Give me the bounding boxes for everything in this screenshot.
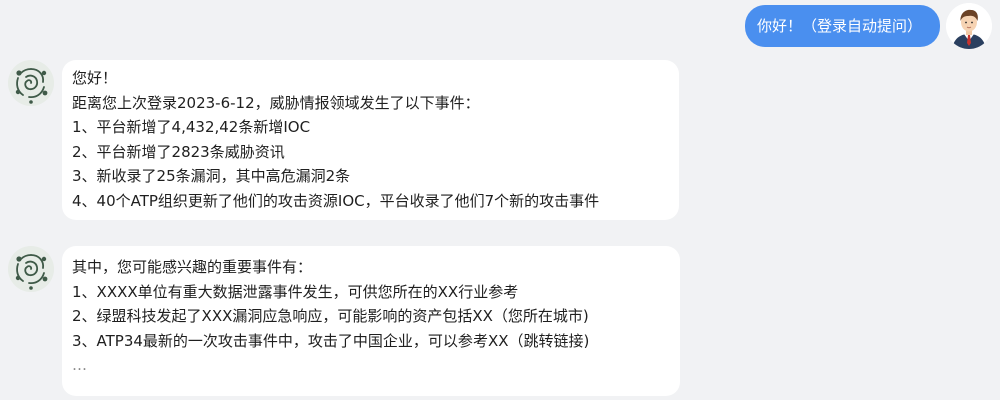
- bot-logo-avatar-icon: [8, 60, 54, 106]
- user-avatar[interactable]: [946, 3, 992, 49]
- message-line: 您好！: [72, 69, 118, 87]
- message-line: 1、平台新增了4,432,42条新增IOC: [72, 118, 311, 137]
- bot-logo-avatar-icon: [8, 246, 54, 292]
- message-line: 2、平台新增了2823条威胁资讯: [72, 142, 285, 161]
- businessman-avatar-icon: [946, 3, 992, 49]
- message-line: 2、绿盟科技发起了XXX漏洞应急响应，可能影响的资产包括XX（您所在城市): [72, 307, 589, 326]
- bot-message-row: 您好！ 距离您上次登录2023-6-12，威胁情报领域发生了以下事件： 1、平台…: [8, 60, 679, 220]
- chat-window: 你好！（登录自动提问） 您好！ 距离您上次登录2023-6-12，威胁情报领域发…: [0, 0, 1000, 400]
- bot-message-bubble: 其中，您可能感兴趣的重要事件有： 1、XXXX单位有重大数据泄露事件发生，可供您…: [62, 246, 680, 396]
- bot-avatar[interactable]: [8, 246, 54, 292]
- message-line: 3、ATP34最新的一次攻击事件中，攻击了中国企业，可以参考XX（跳转链接): [72, 331, 590, 350]
- message-ellipsis: …: [72, 356, 87, 375]
- user-message-row: 你好！（登录自动提问）: [744, 3, 992, 49]
- user-message-bubble: 你好！（登录自动提问）: [744, 5, 940, 47]
- message-line: 其中，您可能感兴趣的重要事件有：: [72, 258, 313, 276]
- message-line: 距离您上次登录2023-6-12，威胁情报领域发生了以下事件：: [72, 93, 480, 112]
- bot-message-bubble: 您好！ 距离您上次登录2023-6-12，威胁情报领域发生了以下事件： 1、平台…: [62, 60, 679, 220]
- message-line: 3、新收录了25条漏洞，其中高危漏洞2条: [72, 167, 351, 186]
- bot-message-row: 其中，您可能感兴趣的重要事件有： 1、XXXX单位有重大数据泄露事件发生，可供您…: [8, 246, 680, 396]
- bot-avatar[interactable]: [8, 60, 54, 106]
- message-line: 4、40个ATP组织更新了他们的攻击资源IOC，平台收录了他们7个新的攻击事件: [72, 191, 600, 210]
- message-line: 1、XXXX单位有重大数据泄露事件发生，可供您所在的XX行业参考: [72, 282, 519, 301]
